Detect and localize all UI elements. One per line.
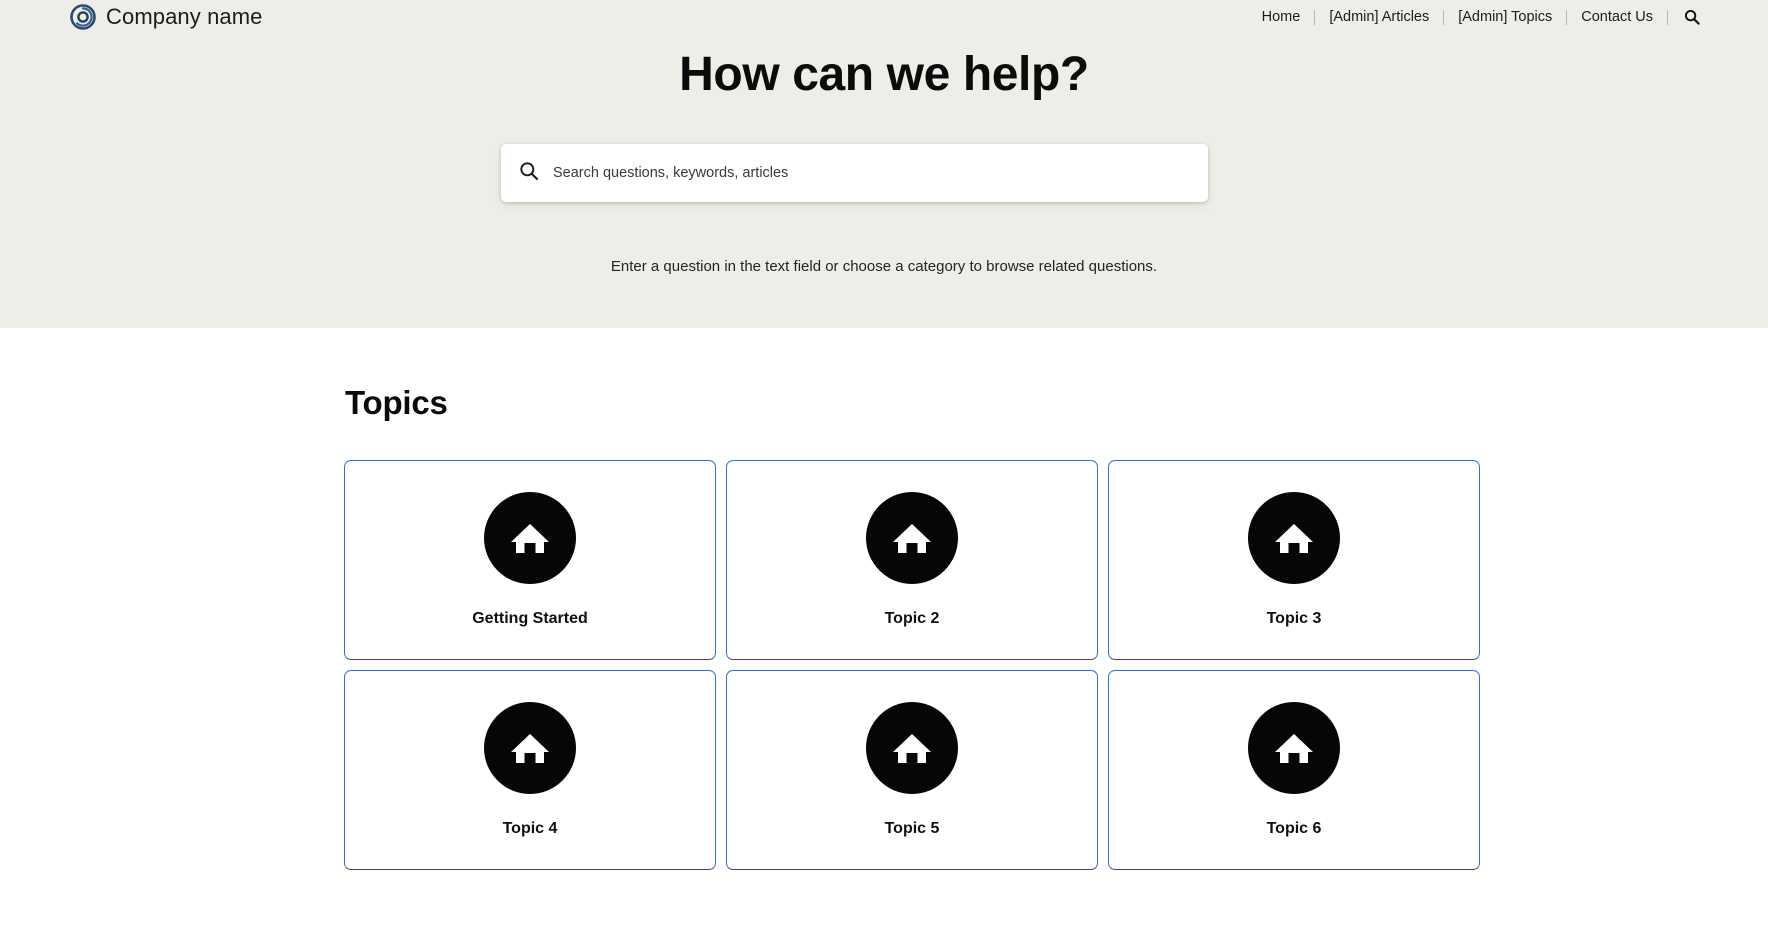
home-icon (866, 702, 958, 794)
hero-section: Company name Home [Admin] Articles [Admi… (0, 0, 1768, 328)
topic-card[interactable]: Getting Started (344, 460, 716, 660)
topic-card[interactable]: Topic 6 (1108, 670, 1480, 870)
search-box[interactable] (501, 143, 1208, 203)
nav-item-admin-articles[interactable]: [Admin] Articles (1315, 7, 1443, 27)
topic-card-label: Topic 5 (884, 820, 940, 837)
topic-card[interactable]: Topic 4 (344, 670, 716, 870)
topic-card[interactable]: Topic 2 (726, 460, 1098, 660)
search-input[interactable] (551, 143, 1190, 203)
hero-subtitle: Enter a question in the text field or ch… (610, 258, 1158, 275)
home-icon (484, 702, 576, 794)
topics-section: Topics Getting Started Topic 2 Topic 3 T… (0, 328, 1768, 870)
home-icon (866, 492, 958, 584)
topic-card-label: Topic 4 (502, 820, 558, 837)
spiral-circle-logo-icon (70, 4, 96, 30)
topics-grid: Getting Started Topic 2 Topic 3 Topic 4 … (344, 460, 1480, 870)
main-nav: Home [Admin] Articles [Admin] Topics Con… (1248, 7, 1712, 27)
home-icon (1248, 492, 1340, 584)
topic-card[interactable]: Topic 5 (726, 670, 1098, 870)
top-navigation-bar: Company name Home [Admin] Articles [Admi… (0, 0, 1768, 34)
brand-name: Company name (106, 4, 263, 29)
topic-card-label: Topic 6 (1266, 820, 1322, 837)
topic-card[interactable]: Topic 3 (1108, 460, 1480, 660)
home-icon (1248, 702, 1340, 794)
brand-logo-link[interactable]: Company name (70, 4, 263, 30)
nav-item-admin-topics[interactable]: [Admin] Topics (1444, 7, 1566, 27)
topic-card-label: Topic 2 (884, 610, 940, 627)
home-icon (484, 492, 576, 584)
search-icon (519, 161, 539, 186)
page-title: How can we help? (679, 48, 1089, 101)
topics-heading: Topics (345, 384, 448, 421)
nav-item-contact-us[interactable]: Contact Us (1567, 7, 1667, 27)
topic-card-label: Getting Started (472, 610, 588, 627)
nav-search-icon[interactable] (1668, 9, 1712, 25)
nav-item-home[interactable]: Home (1248, 7, 1315, 27)
topic-card-label: Topic 3 (1266, 610, 1322, 627)
